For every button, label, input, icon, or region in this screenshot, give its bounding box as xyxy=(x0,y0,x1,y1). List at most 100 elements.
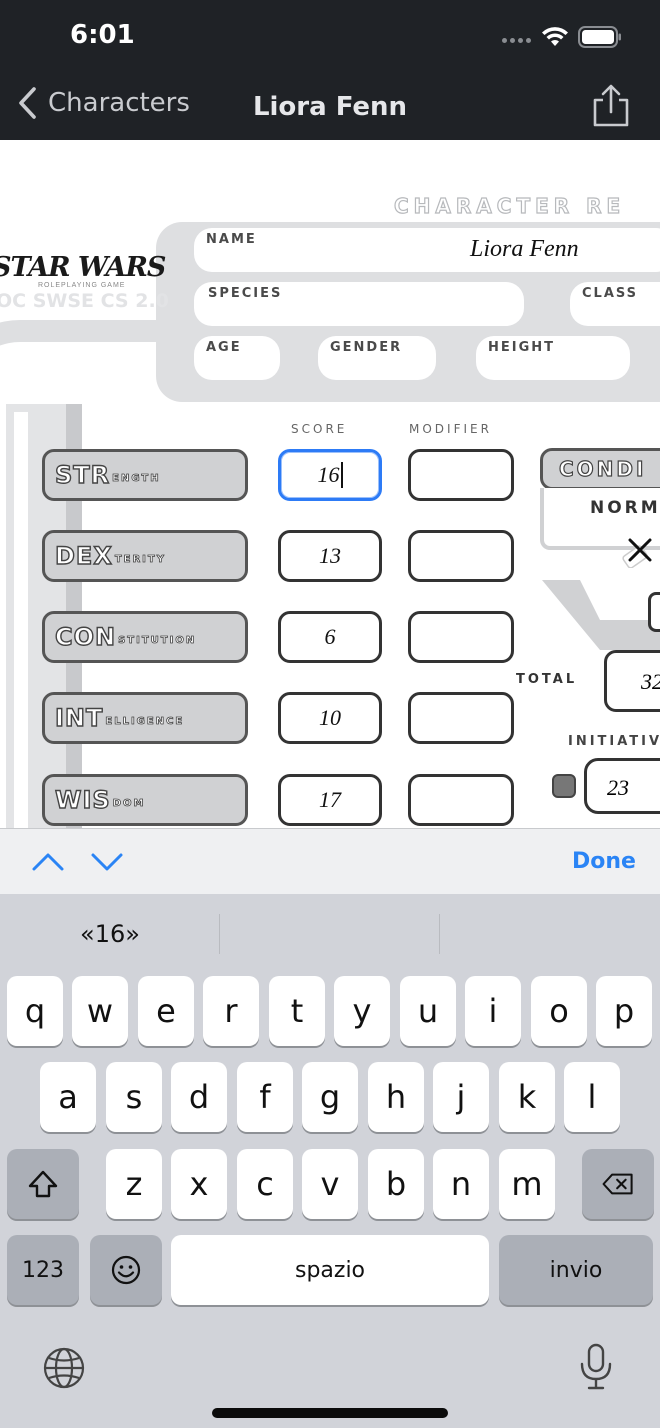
constitution-modifier-input[interactable] xyxy=(408,611,514,663)
suggestion-3[interactable] xyxy=(440,914,660,954)
key-r[interactable]: r xyxy=(203,976,259,1046)
keyboard-accessory-bar: Done xyxy=(0,828,660,894)
shift-key[interactable] xyxy=(7,1149,79,1219)
gender-label: GENDER xyxy=(330,340,403,355)
key-z[interactable]: z xyxy=(106,1149,162,1219)
key-e[interactable]: e xyxy=(138,976,194,1046)
ability-abbr: INT xyxy=(54,703,104,732)
backspace-key[interactable] xyxy=(582,1149,654,1219)
ability-constitution: CON STITUTION xyxy=(42,611,248,663)
emoji-key[interactable] xyxy=(90,1235,162,1305)
star-wars-logo: STAR WARS xyxy=(0,252,166,283)
key-t[interactable]: t xyxy=(269,976,325,1046)
initiative-input[interactable]: 23 xyxy=(584,758,660,814)
character-sheet: CHARACTER RE STAR WARS ROLEPLAYING GAME … xyxy=(0,140,660,828)
suggestion-2[interactable] xyxy=(220,914,440,954)
ability-abbr: STR xyxy=(54,460,111,489)
key-n[interactable]: n xyxy=(433,1149,489,1219)
intelligence-score-input[interactable]: 10 xyxy=(278,692,382,744)
key-s[interactable]: s xyxy=(106,1062,162,1132)
key-k[interactable]: k xyxy=(499,1062,555,1132)
navigation-bar: 6:01 Characters Liora Fenn xyxy=(0,0,660,140)
ability-wisdom: WIS DOM xyxy=(42,774,248,826)
condition-label: CONDI xyxy=(540,448,660,490)
key-g[interactable]: g xyxy=(302,1062,358,1132)
intelligence-modifier-input[interactable] xyxy=(408,692,514,744)
age-label: AGE xyxy=(206,340,242,355)
dexterity-score-input[interactable]: 13 xyxy=(278,530,382,582)
key-y[interactable]: y xyxy=(334,976,390,1046)
defense-side-knob xyxy=(648,592,660,632)
key-x[interactable]: x xyxy=(171,1149,227,1219)
status-time: 6:01 xyxy=(70,20,135,50)
ability-abbr: WIS xyxy=(54,785,111,814)
share-icon[interactable] xyxy=(592,84,630,128)
key-p[interactable]: p xyxy=(596,976,652,1046)
home-indicator xyxy=(212,1408,448,1418)
key-b[interactable]: b xyxy=(368,1149,424,1219)
constitution-score-input[interactable]: 6 xyxy=(278,611,382,663)
key-m[interactable]: m xyxy=(499,1149,555,1219)
key-j[interactable]: j xyxy=(433,1062,489,1132)
return-key[interactable]: invio xyxy=(499,1235,653,1305)
key-o[interactable]: o xyxy=(531,976,587,1046)
ability-rest: ELLIGENCE xyxy=(105,715,185,727)
sheet-frame-stripe xyxy=(14,412,28,828)
strength-score-input[interactable]: 16 xyxy=(278,449,382,501)
numbers-key[interactable]: 123 xyxy=(7,1235,79,1305)
shift-icon xyxy=(28,1170,58,1198)
suggestion-1[interactable]: «16» xyxy=(0,914,220,954)
text-caret xyxy=(340,462,343,488)
key-a[interactable]: a xyxy=(40,1062,96,1132)
microphone-icon[interactable] xyxy=(578,1342,614,1392)
ability-intelligence: INT ELLIGENCE xyxy=(42,692,248,744)
ability-dexterity: DEX TERITY xyxy=(42,530,248,582)
name-value: Liora Fenn xyxy=(470,236,579,262)
modifier-column-header: MODIFIER xyxy=(409,422,492,436)
wisdom-score-input[interactable]: 17 xyxy=(278,774,382,826)
close-icon[interactable] xyxy=(622,534,656,569)
logo-subtitle: OC SWSE CS 2.0 xyxy=(0,290,169,312)
name-label: NAME xyxy=(206,232,257,247)
species-label: SPECIES xyxy=(208,286,283,301)
key-w[interactable]: w xyxy=(72,976,128,1046)
total-input[interactable]: 32 xyxy=(604,650,660,712)
ability-rest: STITUTION xyxy=(118,634,197,646)
key-i[interactable]: i xyxy=(465,976,521,1046)
key-l[interactable]: l xyxy=(564,1062,620,1132)
height-label: HEIGHT xyxy=(488,340,556,355)
keyboard: «16» q w e r t y u i o p a s d f g h j k… xyxy=(0,894,660,1428)
initiative-toggle[interactable] xyxy=(552,774,576,798)
done-button[interactable]: Done xyxy=(572,849,636,874)
key-f[interactable]: f xyxy=(237,1062,293,1132)
score-column-header: SCORE xyxy=(291,422,348,436)
sheet-title: CHARACTER RE xyxy=(393,193,626,218)
ability-rest: TERITY xyxy=(114,553,166,565)
key-c[interactable]: c xyxy=(237,1149,293,1219)
page-title: Liora Fenn xyxy=(252,92,408,122)
space-key[interactable]: spazio xyxy=(171,1235,489,1305)
key-d[interactable]: d xyxy=(171,1062,227,1132)
total-label: TOTAL xyxy=(516,672,578,687)
ability-rest: ENGTH xyxy=(112,472,161,484)
initiative-label: INITIATIV xyxy=(568,734,660,749)
ability-abbr: DEX xyxy=(54,541,113,570)
key-h[interactable]: h xyxy=(368,1062,424,1132)
strength-modifier-input[interactable] xyxy=(408,449,514,501)
key-u[interactable]: u xyxy=(400,976,456,1046)
ability-abbr: CON xyxy=(54,622,117,651)
backspace-icon xyxy=(602,1173,633,1195)
class-label: CLASS xyxy=(582,286,639,301)
name-field[interactable] xyxy=(194,228,660,272)
key-v[interactable]: v xyxy=(302,1149,358,1219)
wisdom-modifier-input[interactable] xyxy=(408,774,514,826)
strength-score-value: 16 xyxy=(317,462,340,487)
dexterity-modifier-input[interactable] xyxy=(408,530,514,582)
globe-icon[interactable] xyxy=(42,1346,86,1390)
ability-rest: DOM xyxy=(112,797,146,809)
chevron-down-icon[interactable] xyxy=(90,847,124,877)
ability-strength: STR ENGTH xyxy=(42,449,248,501)
chevron-up-icon[interactable] xyxy=(31,847,65,877)
key-q[interactable]: q xyxy=(7,976,63,1046)
emoji-icon xyxy=(111,1255,141,1285)
